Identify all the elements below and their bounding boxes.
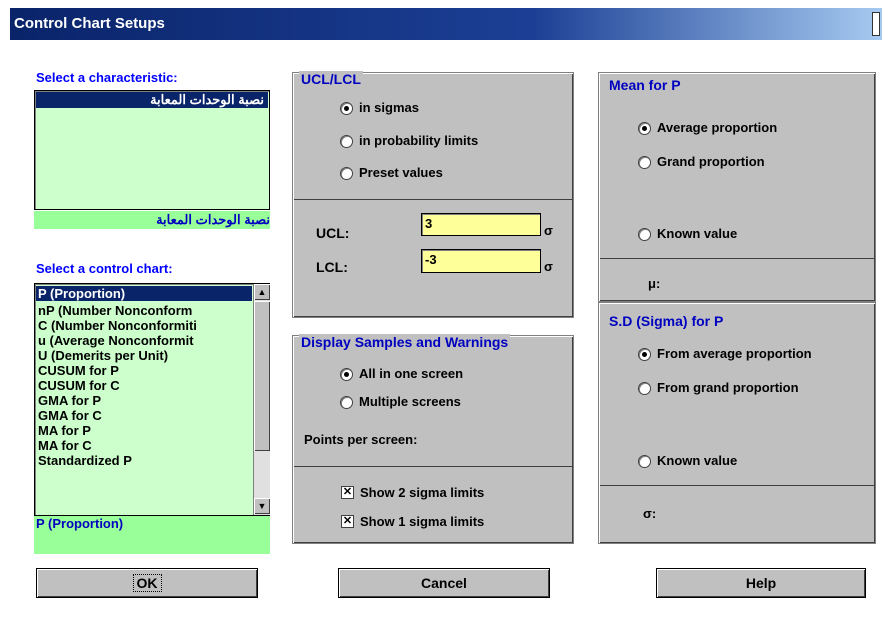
scroll-down-icon[interactable]: ▼ — [254, 498, 270, 514]
option-label: Known value — [657, 453, 738, 468]
divider — [600, 258, 874, 259]
list-scrollbar[interactable]: ▲ ▼ — [253, 284, 270, 515]
list-item[interactable]: nP (Number Nonconform — [38, 303, 253, 318]
radio-known-value-sd[interactable] — [638, 455, 651, 468]
radio-all-in-one-screen[interactable] — [340, 368, 353, 381]
sigma-label: σ: — [643, 506, 657, 521]
display-title: Display Samples and Warnings — [299, 334, 511, 350]
ucl-label: UCL: — [316, 225, 350, 241]
list-item[interactable]: GMA for P — [38, 393, 253, 408]
radio-preset-values[interactable] — [340, 167, 353, 180]
checkbox-1-sigma[interactable]: ✕ — [341, 515, 354, 528]
cancel-button[interactable]: Cancel — [338, 568, 550, 598]
check-label: Show 2 sigma limits — [360, 485, 485, 500]
scroll-up-icon[interactable]: ▲ — [254, 284, 270, 300]
option-label: Average proportion — [657, 120, 778, 135]
divider — [600, 485, 874, 486]
mean-group: Mean for P Average proportion Grand prop… — [598, 72, 876, 302]
ucl-input[interactable]: 3 — [421, 213, 541, 236]
option-label: Grand proportion — [657, 154, 765, 169]
radio-known-value-mean[interactable] — [638, 228, 651, 241]
ucl-lcl-title: UCL/LCL — [299, 71, 363, 87]
title-bar: Control Chart Setups — [10, 8, 882, 40]
characteristic-list[interactable]: نصبة الوحدات المعابة — [34, 90, 270, 210]
lcl-sigma-symbol: σ — [544, 259, 553, 274]
list-item[interactable]: Standardized P — [38, 453, 253, 468]
radio-probability-limits[interactable] — [340, 135, 353, 148]
display-group: Display Samples and Warnings All in one … — [292, 334, 574, 544]
list-item[interactable]: GMA for C — [38, 408, 253, 423]
control-chart-label: Select a control chart: — [36, 261, 173, 276]
option-label: in probability limits — [359, 133, 479, 148]
ucl-sigma-symbol: σ — [544, 223, 553, 238]
radio-in-sigmas[interactable] — [340, 102, 353, 115]
list-item[interactable]: CUSUM for P — [38, 363, 253, 378]
checkbox-2-sigma[interactable]: ✕ — [341, 486, 354, 499]
lcl-label: LCL: — [316, 259, 348, 275]
mean-title: Mean for P — [607, 77, 683, 93]
option-label: Multiple screens — [359, 394, 461, 409]
option-label: Known value — [657, 226, 738, 241]
mu-label: μ: — [648, 276, 661, 291]
scroll-thumb[interactable] — [254, 301, 270, 451]
list-item[interactable]: MA for P — [38, 423, 253, 438]
radio-grand-proportion[interactable] — [638, 156, 651, 169]
control-chart-selected: P (Proportion) — [34, 516, 270, 554]
characteristic-item[interactable]: نصبة الوحدات المعابة — [36, 92, 268, 108]
list-item[interactable]: C (Number Nonconformiti — [38, 318, 253, 333]
divider — [294, 199, 572, 200]
check-label: Show 1 sigma limits — [360, 514, 485, 529]
radio-average-proportion[interactable] — [638, 122, 651, 135]
characteristic-label: Select a characteristic: — [36, 70, 178, 85]
divider — [294, 466, 572, 467]
list-item[interactable]: MA for C — [38, 438, 253, 453]
ucl-lcl-group: UCL/LCL in sigmas in probability limits … — [292, 71, 574, 318]
help-button[interactable]: Help — [656, 568, 866, 598]
option-label: From grand proportion — [657, 380, 799, 395]
title-bar-button[interactable] — [872, 12, 880, 36]
control-chart-list[interactable]: P (Proportion) nP (Number Nonconform C (… — [34, 283, 270, 516]
ok-button-label: OK — [132, 574, 162, 592]
window-title: Control Chart Setups — [14, 15, 165, 32]
option-label: Preset values — [359, 165, 443, 180]
radio-from-grand-proportion[interactable] — [638, 382, 651, 395]
option-label: From average proportion — [657, 346, 812, 361]
list-item[interactable]: P (Proportion) — [36, 286, 252, 301]
list-item[interactable]: U (Demerits per Unit) — [38, 348, 253, 363]
sd-group: S.D (Sigma) for P From average proportio… — [598, 302, 876, 544]
lcl-input[interactable]: -3 — [421, 249, 541, 273]
list-item[interactable]: CUSUM for C — [38, 378, 253, 393]
characteristic-selected: نصبة الوحدات المعابة — [34, 211, 270, 229]
ok-button[interactable]: OK — [36, 568, 258, 598]
list-item[interactable]: u (Average Nonconformit — [38, 333, 253, 348]
radio-multiple-screens[interactable] — [340, 396, 353, 409]
radio-from-average-proportion[interactable] — [638, 348, 651, 361]
option-label: in sigmas — [359, 100, 419, 115]
option-label: All in one screen — [359, 366, 464, 381]
sd-title: S.D (Sigma) for P — [607, 313, 726, 329]
points-per-screen-label: Points per screen: — [304, 432, 418, 447]
